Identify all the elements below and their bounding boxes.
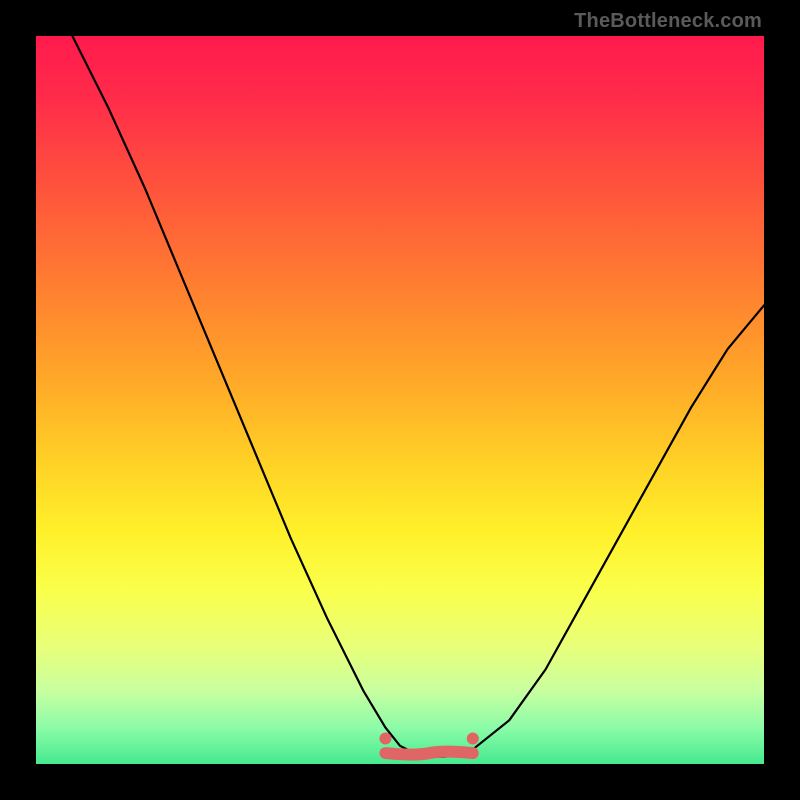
plot-area [36, 36, 764, 764]
trough-dot-right [467, 733, 479, 745]
bottleneck-curve [72, 36, 764, 757]
watermark: TheBottleneck.com [574, 10, 762, 33]
curve-layer [36, 36, 764, 764]
trough-highlight [385, 752, 472, 755]
trough-dot-left [379, 733, 391, 745]
chart-container: TheBottleneck.com [0, 0, 800, 800]
